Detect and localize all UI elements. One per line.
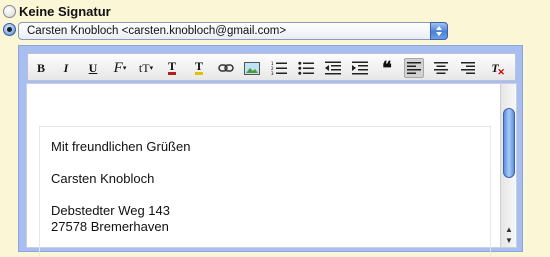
identity-select-value: Carsten Knobloch <carsten.knobloch@gmail… [27,25,287,37]
select-arrows-icon [430,22,448,40]
identity-select[interactable]: Carsten Knobloch <carsten.knobloch@gmail… [18,22,448,40]
quote-icon: ❝ [382,58,392,78]
font-size-icon: tT [138,60,150,75]
text-color-button[interactable]: T [162,58,182,78]
signature-editor: B I U F ▾ tT ▾ T T 1 2 3 ❝ T ✕ Mit freun… [18,45,523,256]
signature-content-area[interactable]: Mit freundlichen Grüßen Carsten Knobloch… [26,83,517,256]
align-center-icon [434,62,448,74]
signature-line-name: Carsten Knobloch [51,171,155,186]
indent-icon [352,61,368,75]
align-right-button[interactable] [458,58,478,78]
vertical-scrollbar[interactable]: ▲ ▼ [500,84,516,247]
remove-format-button[interactable]: T ✕ [485,58,505,78]
text-color-icon: T [167,59,176,75]
signature-line-greeting: Mit freundlichen Grüßen [51,139,191,154]
indent-button[interactable] [350,58,370,78]
italic-button[interactable]: I [56,58,76,78]
bold-icon: B [36,60,45,75]
align-right-icon [461,62,475,74]
signature-line-city: 27578 Bremerhaven [51,219,169,234]
font-family-button[interactable]: F ▾ [110,58,130,78]
image-button[interactable] [242,58,262,78]
font-size-button[interactable]: tT ▾ [136,58,156,78]
identity-signature-radio[interactable] [3,23,16,36]
align-left-icon [407,62,421,74]
bullet-list-button[interactable] [296,58,316,78]
underline-icon: U [88,60,98,75]
scrollbar-thumb[interactable] [503,108,515,178]
link-button[interactable] [216,58,236,78]
link-icon [218,64,234,72]
align-center-button[interactable] [431,58,451,78]
no-signature-radio[interactable] [3,5,16,18]
outdent-icon [325,61,341,75]
outdent-button[interactable] [323,58,343,78]
bullet-list-icon [298,61,314,75]
no-signature-label: Keine Signatur [19,4,111,19]
align-left-button[interactable] [404,58,424,78]
quote-button[interactable]: ❝ [377,58,397,78]
scroll-down-arrow-icon[interactable]: ▼ [504,236,514,246]
image-icon [244,61,260,75]
bold-button[interactable]: B [31,58,51,78]
italic-icon: I [63,60,69,75]
highlight-button[interactable]: T [189,58,209,78]
scroll-up-arrow-icon[interactable]: ▲ [504,225,514,235]
svg-text:3: 3 [271,71,274,75]
numbered-list-icon: 1 2 3 [271,61,287,75]
font-family-icon: F [113,59,123,76]
formatting-toolbar: B I U F ▾ tT ▾ T T 1 2 3 ❝ T ✕ [27,53,516,81]
numbered-list-button[interactable]: 1 2 3 [269,58,289,78]
highlight-icon: T [194,59,203,75]
signature-line-street: Debstedter Weg 143 [51,203,170,218]
underline-button[interactable]: U [83,58,103,78]
signature-text-block: Mit freundlichen Grüßen Carsten Knobloch… [39,126,491,256]
remove-format-icon: T ✕ [491,60,505,77]
